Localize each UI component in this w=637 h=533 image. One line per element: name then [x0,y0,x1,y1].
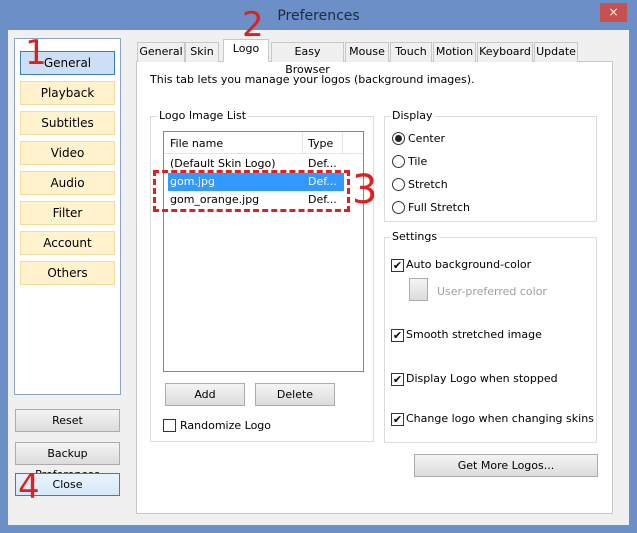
tab-easy-browser[interactable]: Easy Browser [271,42,344,76]
color-picker-button[interactable] [409,278,428,301]
column-divider [302,132,303,154]
settings-label: Settings [390,230,440,243]
close-icon[interactable]: × [600,3,627,22]
annotation-dashed-box [153,170,350,212]
radio-tile[interactable] [392,155,405,168]
tab-mouse[interactable]: Mouse [345,42,389,62]
auto-background-color-label: Auto background-color [406,258,532,271]
tab-motion[interactable]: Motion [433,42,476,62]
reset-button[interactable]: Reset [15,409,120,432]
display-label: Display [390,109,435,122]
sidebar-item-video[interactable]: Video [20,141,115,165]
smooth-stretched-label: Smooth stretched image [406,328,542,341]
add-button[interactable]: Add [165,383,245,406]
column-header-file-name[interactable]: File name [170,135,223,153]
randomize-logo-checkbox[interactable] [163,419,176,432]
backup-preferences-button[interactable]: Backup Preferences [15,442,120,481]
tab-keyboard[interactable]: Keyboard [477,42,533,62]
randomize-logo-label: Randomize Logo [180,419,272,432]
tab-logo[interactable]: Logo [223,39,269,62]
tab-touch[interactable]: Touch [390,42,432,62]
display-logo-stopped-checkbox[interactable]: ✔ [391,373,404,386]
annotation-1: 1 [25,33,47,73]
delete-button[interactable]: Delete [255,383,335,406]
logo-image-list-label: Logo Image List [157,109,249,122]
tab-update[interactable]: Update [534,42,578,62]
smooth-stretched-checkbox[interactable]: ✔ [391,329,404,342]
user-preferred-color-label: User-preferred color [437,285,547,298]
radio-stretch-label: Stretch [408,178,448,191]
annotation-4: 4 [18,467,40,507]
column-divider [342,132,343,154]
sidebar-item-account[interactable]: Account [20,231,115,255]
sidebar-item-subtitles[interactable]: Subtitles [20,111,115,135]
logo-description: This tab lets you manage your logos (bac… [150,73,475,86]
change-logo-skins-checkbox[interactable]: ✔ [391,413,404,426]
column-header-type[interactable]: Type [308,135,333,153]
radio-full-stretch[interactable] [392,201,405,214]
sidebar-item-playback[interactable]: Playback [20,81,115,105]
display-logo-stopped-label: Display Logo when stopped [406,372,558,385]
annotation-3: 3 [352,167,378,213]
annotation-2: 2 [242,5,264,45]
tab-skin[interactable]: Skin [185,42,219,62]
get-more-logos-button[interactable]: Get More Logos... [414,454,598,477]
sidebar-item-others[interactable]: Others [20,261,115,285]
tab-general[interactable]: General [137,42,185,62]
radio-full-stretch-label: Full Stretch [408,201,470,214]
sidebar-item-filter[interactable]: Filter [20,201,115,225]
radio-center-label: Center [408,132,446,145]
change-logo-skins-label: Change logo when changing skins [406,412,594,425]
radio-center[interactable] [392,132,405,145]
radio-tile-label: Tile [408,155,428,168]
window-title: Preferences [277,8,360,24]
auto-background-color-checkbox[interactable]: ✔ [391,259,404,272]
sidebar-item-audio[interactable]: Audio [20,171,115,195]
radio-stretch[interactable] [392,178,405,191]
